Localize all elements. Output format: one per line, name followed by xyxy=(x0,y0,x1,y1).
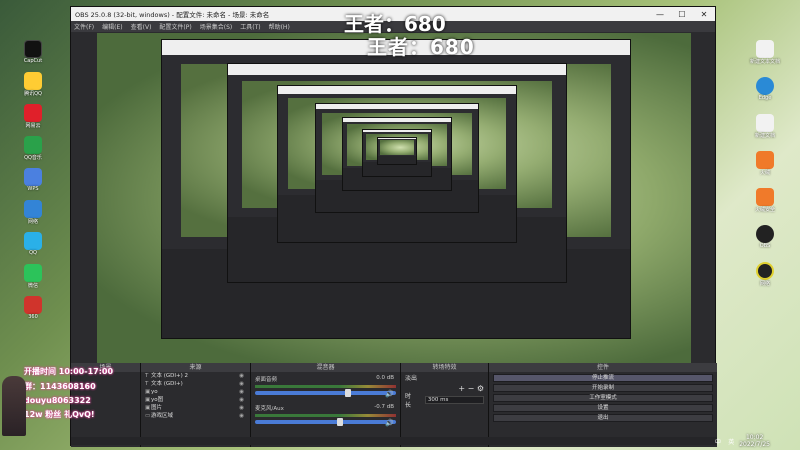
channel-name: 麦克风/Aux xyxy=(255,406,284,412)
desktop-icon[interactable]: 微信 xyxy=(2,264,64,291)
desktop-icon[interactable]: 网络 xyxy=(2,200,64,227)
level-meter xyxy=(255,385,396,388)
mixer-channel-mic: 麦克风/Aux -0.7 dB 🔊 xyxy=(255,404,396,430)
source-row[interactable]: ▭ 游戏区域 ◉ xyxy=(141,412,250,420)
tray-icons: 中 英 xyxy=(715,437,739,446)
overlay-score-text: 王者：680 xyxy=(344,12,446,36)
minimize-button[interactable]: — xyxy=(649,10,671,19)
source-label: 文本 (GDI+) xyxy=(151,381,183,387)
menu-view[interactable]: 查看(V) xyxy=(131,22,152,31)
stop-streaming-button[interactable]: 停止推流 xyxy=(493,374,713,382)
window-title: OBS 25.0.8 (32-bit, windows) - 配置文件: 未命名… xyxy=(75,11,270,19)
transition-select[interactable]: 淡出 xyxy=(401,372,488,383)
source-row[interactable]: T 文本 (GDI+) 2 ◉ xyxy=(141,372,250,380)
menu-edit[interactable]: 编辑(E) xyxy=(102,22,122,31)
overlay-title-text: 王者：680 xyxy=(367,35,475,59)
lang-indicator[interactable]: 英 xyxy=(728,439,734,446)
desktop-icon[interactable]: Edge xyxy=(730,77,800,104)
source-label: 图片 xyxy=(151,405,163,411)
remove-icon[interactable]: − xyxy=(468,384,475,393)
desktop-icons-right: 新建文本文档 Edge 新建文档 火绒 火绒安全 OBS 网络 xyxy=(730,40,800,299)
source-label: yo图 xyxy=(151,397,164,403)
eye-icon[interactable]: ◉ xyxy=(239,412,244,420)
duration-input[interactable]: 300 ms xyxy=(424,395,484,404)
desktop-icon[interactable]: 网络 xyxy=(730,262,800,289)
source-row[interactable]: T 文本 (GDI+) ◉ xyxy=(141,380,250,388)
desktop-icon[interactable]: 新建文本文档 xyxy=(730,40,800,67)
desktop-icon[interactable]: 腾讯QQ xyxy=(2,72,64,99)
eye-icon[interactable]: ◉ xyxy=(239,372,244,380)
gear-icon[interactable]: ⚙ xyxy=(477,384,484,393)
eye-icon[interactable]: ◉ xyxy=(239,396,244,404)
system-tray: 中 英 10:02 2022/7/25 xyxy=(600,432,800,450)
recursive-frame xyxy=(377,137,417,165)
sources-dock: 来源 T 文本 (GDI+) 2 ◉ T 文本 (GDI+) ◉ ▣ yo ◉ ▣ yo图 ◉ … xyxy=(141,363,251,447)
menu-scene-collection[interactable]: 场景集合(S) xyxy=(200,22,233,31)
speaker-icon[interactable]: 🔊 xyxy=(385,419,394,427)
streamer-overlay: 开播时间 10:00-17:00 群：1143608160 douyu80633… xyxy=(2,366,152,450)
desktop-icon[interactable]: QQ音乐 xyxy=(2,136,64,163)
start-recording-button[interactable]: 开始录制 xyxy=(493,384,713,392)
clock[interactable]: 10:02 2022/7/25 xyxy=(739,434,770,448)
obs-window: OBS 25.0.8 (32-bit, windows) - 配置文件: 未命名… xyxy=(70,6,717,447)
desktop-icon[interactable]: 火绒安全 xyxy=(730,188,800,215)
clock-time: 10:02 xyxy=(745,434,764,441)
volume-knob[interactable] xyxy=(336,418,343,426)
volume-knob[interactable] xyxy=(345,389,352,397)
source-label: 游戏区域 xyxy=(151,413,174,419)
ime-indicator[interactable]: 中 xyxy=(715,439,721,446)
mixer-dock: 混音器 桌面音频 0.0 dB 🔊 麦克风/Aux -0.7 dB 🔊 xyxy=(251,363,401,447)
preview-canvas[interactable]: 王者：680 xyxy=(97,33,691,363)
clock-date: 2022/7/25 xyxy=(739,441,770,448)
duration-row: 时长 300 ms xyxy=(401,393,488,409)
channel-db: -0.7 dB xyxy=(374,404,394,410)
source-row[interactable]: ▣ 图片 ◉ xyxy=(141,404,250,412)
duration-label: 时长 xyxy=(405,392,412,409)
source-row[interactable]: ▣ yo图 ◉ xyxy=(141,396,250,404)
exit-button[interactable]: 退出 xyxy=(493,414,713,422)
menu-help[interactable]: 帮助(H) xyxy=(269,22,290,31)
add-icon[interactable]: + xyxy=(458,384,465,393)
close-button[interactable]: ✕ xyxy=(693,10,715,19)
sources-dock-title: 来源 xyxy=(141,363,250,372)
maximize-button[interactable]: ☐ xyxy=(671,10,693,19)
transitions-dock: 转场特效 淡出 + − ⚙ 时长 300 ms xyxy=(401,363,489,447)
channel-db: 0.0 dB xyxy=(376,375,394,381)
source-row[interactable]: ▣ yo ◉ xyxy=(141,388,250,396)
eye-icon[interactable]: ◉ xyxy=(239,380,244,388)
desktop-icon[interactable]: 新建文档 xyxy=(730,114,800,141)
studio-mode-button[interactable]: 工作室模式 xyxy=(493,394,713,402)
volume-slider[interactable] xyxy=(255,418,396,426)
mixer-channel-desktop: 桌面音频 0.0 dB 🔊 xyxy=(255,375,396,401)
desktop-icon[interactable]: 网易云 xyxy=(2,104,64,131)
menu-tools[interactable]: 工具(T) xyxy=(240,22,260,31)
desktop-icons-left: CapCut 腾讯QQ 网易云 QQ音乐 WPS 网络 QQ 微信 360 xyxy=(2,40,64,328)
desktop-icon[interactable]: WPS xyxy=(2,168,64,195)
mixer-dock-title: 混音器 xyxy=(251,363,400,372)
eye-icon[interactable]: ◉ xyxy=(239,404,244,412)
desktop-icon[interactable]: 火绒 xyxy=(730,151,800,178)
desktop-icon[interactable]: 360 xyxy=(2,296,64,323)
desktop-icon[interactable]: CapCut xyxy=(2,40,64,67)
menu-file[interactable]: 文件(F) xyxy=(74,22,94,31)
desktop-icon[interactable]: OBS xyxy=(730,225,800,252)
volume-slider[interactable] xyxy=(255,389,396,397)
streamer-avatar xyxy=(2,376,26,436)
stream-time-text: 开播时间 10:00-17:00 xyxy=(24,367,114,376)
eye-icon[interactable]: ◉ xyxy=(239,388,244,396)
channel-name: 桌面音频 xyxy=(255,377,278,383)
desktop-icon[interactable]: QQ xyxy=(2,232,64,259)
level-meter xyxy=(255,414,396,417)
menu-profile[interactable]: 配置文件(P) xyxy=(159,22,191,31)
controls-dock-title: 控件 xyxy=(489,363,717,372)
settings-button[interactable]: 设置 xyxy=(493,404,713,412)
source-label: 文本 (GDI+) 2 xyxy=(151,373,189,379)
speaker-icon[interactable]: 🔊 xyxy=(385,390,394,398)
transitions-dock-title: 转场特效 xyxy=(401,363,488,372)
